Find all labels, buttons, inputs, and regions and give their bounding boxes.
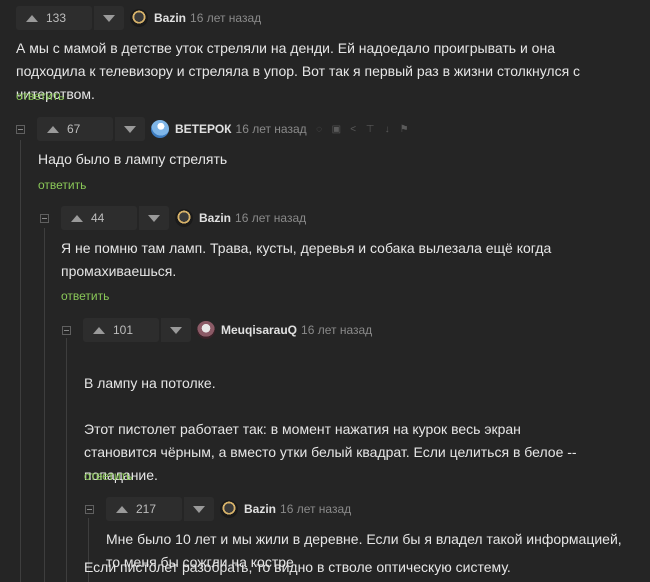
author-name[interactable]: Bazin [244, 502, 276, 516]
branch-icon[interactable]: ⊤ [366, 124, 375, 134]
downvote-button[interactable] [114, 117, 145, 141]
downvote-icon [148, 214, 160, 222]
thread-line-level-2 [44, 228, 45, 582]
rating-value: 101 [113, 323, 134, 337]
downvote-button[interactable] [93, 6, 124, 30]
comment-text: Надо было в лампу стрелять [38, 151, 228, 167]
comment-time[interactable]: 16 лет назад [235, 211, 306, 225]
downvote-button[interactable] [183, 497, 214, 521]
downvote-icon [124, 125, 136, 133]
comment-header-2: 67 ВЕТЕРОК 16 лет назад ◌ ▣ < ⊤ ↓ ⚑ [16, 117, 409, 141]
upvote-icon[interactable] [26, 14, 38, 22]
report-icon[interactable]: ◌ [315, 124, 324, 134]
comment-text: Я не помню там ламп. Трава, кусты, дерев… [61, 240, 552, 279]
author-name[interactable]: MeuqisarauQ [221, 323, 297, 337]
avatar[interactable] [220, 500, 238, 518]
author-name[interactable]: Bazin [154, 11, 186, 25]
collapse-thread-button[interactable] [62, 325, 71, 335]
comment-time[interactable]: 16 лет назад [236, 122, 307, 136]
rating-value: 133 [46, 11, 67, 25]
comment-text-line: Этот пистолет работает так: в момент наж… [84, 421, 577, 483]
upvote-icon[interactable] [71, 214, 83, 222]
author-name[interactable]: ВЕТЕРОК [175, 122, 232, 136]
rating-value: 67 [67, 122, 81, 136]
reply-link[interactable]: ответить [61, 289, 109, 303]
share-icon[interactable]: < [349, 124, 358, 134]
upvote-icon[interactable] [116, 505, 128, 513]
upvote-icon[interactable] [47, 125, 59, 133]
collapse-thread-button[interactable] [85, 504, 94, 514]
downvote-icon [170, 326, 182, 334]
comment-header-3: 44 Bazin 16 лет назад [40, 206, 306, 230]
rating-value: 217 [136, 502, 157, 516]
thread-line-level-1 [20, 140, 21, 582]
author-name[interactable]: Bazin [199, 211, 231, 225]
rating-box: 67 [37, 117, 113, 141]
comment-text-line: В лампу на потолке. [84, 375, 216, 391]
comment-text: Мне было 10 лет и мы жили в деревне. Есл… [106, 531, 622, 570]
rating-box: 133 [16, 6, 92, 30]
avatar[interactable] [130, 9, 148, 27]
rating-value: 44 [91, 211, 105, 225]
link-icon[interactable]: ↓ [383, 124, 392, 134]
avatar[interactable] [197, 321, 215, 339]
comment-header-4: 101 MeuqisarauQ 16 лет назад [62, 318, 372, 342]
comment-header-1: 133 Bazin 16 лет назад [16, 6, 261, 30]
reply-link[interactable]: ответить [84, 469, 132, 483]
upvote-icon[interactable] [93, 326, 105, 334]
comment-text: А мы с мамой в детстве уток стреляли на … [16, 40, 581, 102]
comment-time[interactable]: 16 лет назад [190, 11, 261, 25]
flag-icon[interactable]: ⚑ [400, 124, 409, 134]
save-icon[interactable]: ▣ [332, 124, 341, 134]
avatar[interactable] [175, 209, 193, 227]
comment-time[interactable]: 16 лет назад [280, 502, 351, 516]
downvote-button[interactable] [138, 206, 169, 230]
reply-link[interactable]: ответить [16, 89, 64, 103]
downvote-icon [193, 505, 205, 513]
comment-time[interactable]: 16 лет назад [301, 323, 372, 337]
collapse-thread-button[interactable] [40, 213, 49, 223]
comment-tools: ◌ ▣ < ⊤ ↓ ⚑ [315, 124, 409, 134]
downvote-icon [103, 14, 115, 22]
avatar[interactable] [151, 120, 169, 138]
thread-line-level-3 [66, 338, 67, 582]
comment-header-5: 217 Bazin 16 лет назад [85, 497, 351, 521]
collapse-thread-button[interactable] [16, 124, 25, 134]
rating-box: 217 [106, 497, 182, 521]
rating-box: 101 [83, 318, 159, 342]
rating-box: 44 [61, 206, 137, 230]
downvote-button[interactable] [160, 318, 191, 342]
reply-link[interactable]: ответить [38, 178, 86, 192]
